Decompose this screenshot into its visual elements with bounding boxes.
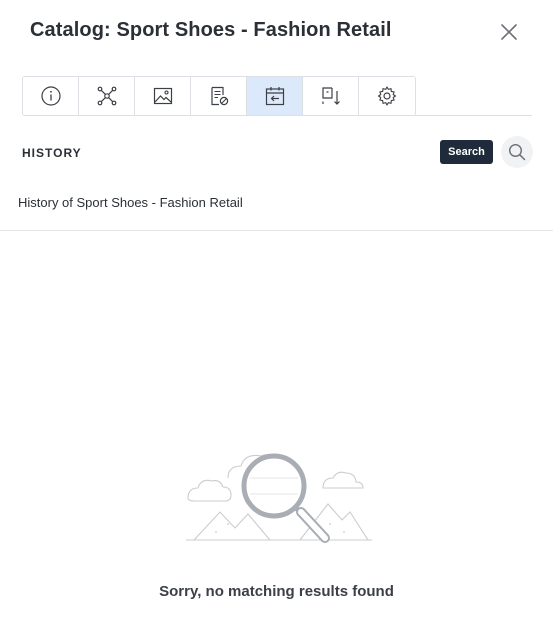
close-icon <box>501 24 517 40</box>
section-title: HISTORY <box>22 146 82 160</box>
tab-images[interactable] <box>135 77 191 115</box>
calendar-history-icon <box>265 87 284 106</box>
image-icon <box>153 87 172 105</box>
document-edit-icon <box>210 86 228 106</box>
search-button[interactable] <box>501 136 533 168</box>
search-tooltip: Search <box>440 140 493 164</box>
tab-documents[interactable] <box>191 77 247 115</box>
magnifier-mountains-icon <box>186 453 372 543</box>
search-icon <box>508 143 526 161</box>
page-title: Catalog: Sport Shoes - Fashion Retail <box>30 19 392 41</box>
tab-sort[interactable] <box>303 77 359 115</box>
toolbar <box>22 76 416 116</box>
network-icon <box>97 86 116 106</box>
sort-download-icon <box>321 87 340 105</box>
tab-settings[interactable] <box>359 77 415 115</box>
toolbar-divider <box>414 115 532 116</box>
tab-history[interactable] <box>247 77 303 115</box>
tab-info[interactable] <box>23 77 79 115</box>
settings-gear-icon <box>377 86 397 106</box>
tab-relations[interactable] <box>79 77 135 115</box>
history-subtitle: History of Sport Shoes - Fashion Retail <box>18 195 243 210</box>
divider <box>0 230 553 231</box>
close-button[interactable] <box>497 20 521 44</box>
empty-state-message: Sorry, no matching results found <box>159 583 394 600</box>
modal-header: Catalog: Sport Shoes - Fashion Retail <box>0 0 553 64</box>
info-icon <box>40 86 61 106</box>
